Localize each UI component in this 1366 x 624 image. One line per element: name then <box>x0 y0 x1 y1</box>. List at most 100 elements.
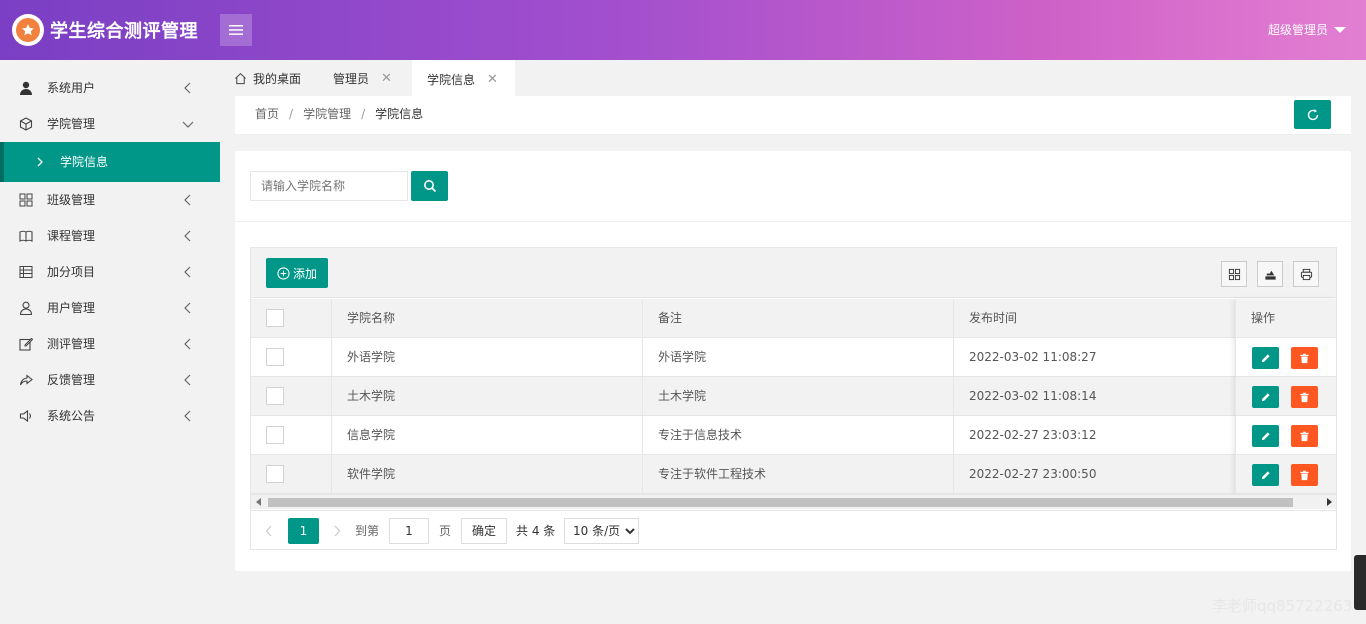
delete-button[interactable] <box>1291 347 1318 369</box>
header-note[interactable]: 备注 <box>643 299 954 337</box>
sidebar-item-system-announcement[interactable]: 系统公告 <box>0 398 220 434</box>
sidebar-item-feedback-management[interactable]: 反馈管理 <box>0 362 220 398</box>
chevron-right-icon <box>37 157 43 167</box>
user-outline-icon <box>19 301 33 315</box>
sidebar-item-class-management[interactable]: 班级管理 <box>0 182 220 218</box>
table-header-row: 学院名称 备注 发布时间 <box>251 299 1336 338</box>
sidebar-item-college-management[interactable]: 学院管理 <box>0 106 220 142</box>
pencil-icon <box>1261 392 1270 401</box>
trash-icon <box>1300 470 1309 480</box>
prev-page-icon[interactable] <box>265 525 273 537</box>
chevron-left-icon <box>184 266 191 278</box>
hamburger-icon <box>229 25 243 35</box>
trash-icon <box>1300 353 1309 363</box>
scroll-left-arrow-icon[interactable] <box>256 498 261 506</box>
export-button[interactable] <box>1257 261 1283 287</box>
add-button[interactable]: 添加 <box>266 258 328 288</box>
sidebar-item-label: 系统公告 <box>47 409 96 423</box>
chevron-down-icon <box>182 121 194 128</box>
sidebar-item-evaluation-management[interactable]: 测评管理 <box>0 326 220 362</box>
chevron-left-icon <box>184 374 191 386</box>
user-menu[interactable]: 超级管理员 <box>1268 21 1346 38</box>
edit-button[interactable] <box>1252 425 1279 447</box>
sidebar-item-bonus-items[interactable]: 加分项目 <box>0 254 220 290</box>
page-scroll-grip[interactable] <box>1354 555 1366 610</box>
horizontal-scrollbar[interactable] <box>251 494 1336 509</box>
tab-my-desktop[interactable]: 我的桌面 <box>234 60 301 96</box>
share-icon <box>19 374 33 386</box>
scrollbar-thumb[interactable] <box>268 498 1293 507</box>
header-college-name[interactable]: 学院名称 <box>332 299 643 337</box>
menu-toggle-button[interactable] <box>220 14 252 46</box>
breadcrumb-current: 学院信息 <box>375 107 424 121</box>
edit-button[interactable] <box>1252 386 1279 408</box>
chevron-left-icon <box>184 194 191 206</box>
refresh-icon <box>1307 108 1318 120</box>
breadcrumb-separator: / <box>361 107 366 121</box>
plus-circle-icon <box>277 266 290 280</box>
sidebar-item-label: 用户管理 <box>47 301 96 315</box>
page-size-select[interactable]: 10 条/页 <box>564 518 639 544</box>
pencil-icon <box>1261 470 1270 479</box>
publish-time-cell: 2022-03-02 11:08:27 <box>969 350 1097 364</box>
edit-button[interactable] <box>1252 347 1279 369</box>
row-checkbox[interactable] <box>266 348 284 366</box>
goto-page-input[interactable] <box>389 518 429 544</box>
note-cell: 专注于信息技术 <box>643 416 954 454</box>
close-icon[interactable]: ✕ <box>487 72 498 87</box>
user-solid-icon <box>20 81 32 95</box>
watermark-text: 李老师qq85722263 <box>1212 597 1353 615</box>
refresh-button[interactable] <box>1294 100 1331 129</box>
sidebar-item-system-users[interactable]: 系统用户 <box>0 70 220 106</box>
sidebar-item-course-management[interactable]: 课程管理 <box>0 218 220 254</box>
next-page-icon[interactable] <box>333 525 341 537</box>
edit-icon <box>19 337 33 351</box>
sidebar-subitem-college-info[interactable]: 学院信息 <box>0 142 220 182</box>
main-card: 添加 学院名称 备注 发布时间 外语学院 外语学院 2022-03-02 11:… <box>235 151 1351 571</box>
college-name-cell: 软件学院 <box>332 455 643 493</box>
operations-cell <box>1236 416 1336 455</box>
print-button[interactable] <box>1293 261 1319 287</box>
header-checkbox-cell <box>251 299 332 337</box>
row-checkbox[interactable] <box>266 426 284 444</box>
app-title: 学生综合测评管理 <box>50 21 198 42</box>
row-checkbox[interactable] <box>266 387 284 405</box>
row-checkbox[interactable] <box>266 465 284 483</box>
sidebar-item-user-management[interactable]: 用户管理 <box>0 290 220 326</box>
delete-button[interactable] <box>1291 386 1318 408</box>
operations-column: 操作 <box>1235 299 1336 494</box>
checkbox-cell <box>251 377 332 415</box>
tab-admin[interactable]: 管理员 ✕ <box>333 60 392 96</box>
breadcrumb-separator: / <box>289 107 294 121</box>
close-icon[interactable]: ✕ <box>381 71 392 86</box>
delete-button[interactable] <box>1291 464 1318 486</box>
table-row: 土木学院 土木学院 2022-03-02 11:08:14 <box>251 377 1336 416</box>
goto-confirm-button[interactable]: 确定 <box>461 518 507 544</box>
table-row: 外语学院 外语学院 2022-03-02 11:08:27 <box>251 338 1336 377</box>
operations-cell <box>1236 338 1336 377</box>
select-all-checkbox[interactable] <box>266 309 284 327</box>
edit-button[interactable] <box>1252 464 1279 486</box>
delete-button[interactable] <box>1291 425 1318 447</box>
search-input[interactable] <box>250 171 408 201</box>
breadcrumb-parent[interactable]: 学院管理 <box>303 107 351 121</box>
page-button-current[interactable]: 1 <box>288 518 319 544</box>
breadcrumb-home[interactable]: 首页 <box>255 107 279 121</box>
total-count: 共 4 条 <box>516 524 556 538</box>
top-header: 学生综合测评管理 超级管理员 <box>0 0 1366 60</box>
user-name: 超级管理员 <box>1267 23 1328 37</box>
note-cell: 土木学院 <box>643 377 954 415</box>
header-publish-time[interactable]: 发布时间 <box>954 299 1236 337</box>
export-icon <box>1264 270 1276 280</box>
checkbox-cell <box>251 416 332 454</box>
columns-filter-button[interactable] <box>1221 261 1247 287</box>
search-button[interactable] <box>411 171 448 201</box>
search-icon <box>423 180 436 193</box>
college-name-cell: 土木学院 <box>332 377 643 415</box>
app-logo <box>12 14 44 46</box>
checkbox-cell <box>251 455 332 493</box>
scroll-right-arrow-icon[interactable] <box>1327 498 1332 506</box>
trash-icon <box>1300 392 1309 402</box>
tab-college-info[interactable]: 学院信息 ✕ <box>412 60 515 96</box>
chevron-left-icon <box>184 82 191 94</box>
